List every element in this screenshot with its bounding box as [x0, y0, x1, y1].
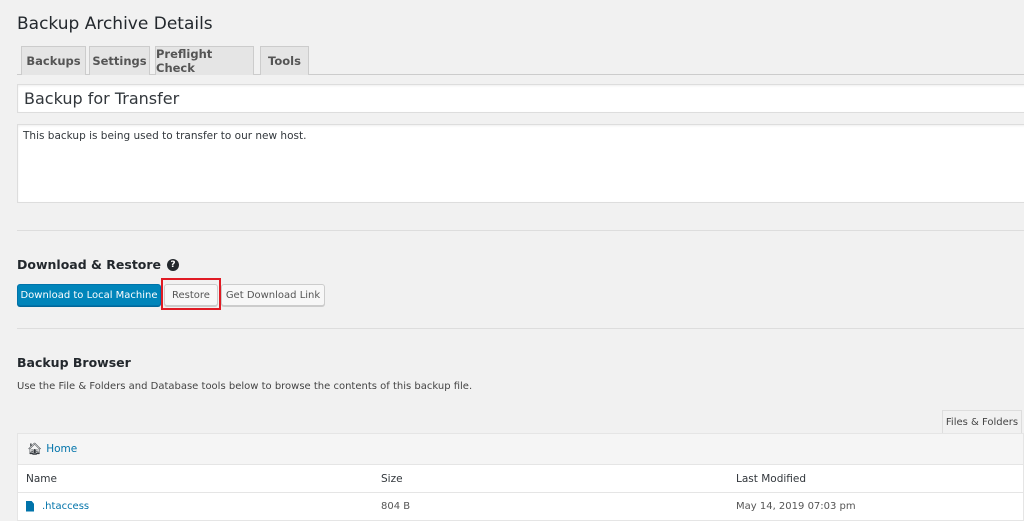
file-modified-cell: May 14, 2019 07:03 pm — [736, 493, 856, 519]
column-header-size[interactable]: Size — [381, 465, 403, 492]
backup-browser-description: Use the File & Folders and Database tool… — [17, 381, 472, 392]
column-header-name[interactable]: Name — [26, 465, 57, 492]
file-link[interactable]: .htaccess — [42, 501, 89, 512]
restore-button[interactable]: Restore — [164, 284, 218, 306]
tab-preflight-check[interactable]: Preflight Check — [155, 46, 254, 75]
divider — [17, 328, 1024, 329]
backup-browser-panel: 🏠︎ Home Name Size Last Modified .htacces… — [17, 433, 1024, 521]
tab-settings[interactable]: Settings — [89, 46, 150, 75]
breadcrumb-home-link[interactable]: Home — [46, 443, 77, 455]
download-to-local-button[interactable]: Download to Local Machine — [17, 284, 161, 306]
divider — [17, 230, 1024, 231]
file-size-cell: 804 B — [381, 493, 410, 519]
tab-backups[interactable]: Backups — [21, 46, 86, 75]
table-row[interactable]: .htaccess 804 B May 14, 2019 07:03 pm — [18, 493, 1023, 519]
backup-name-input[interactable]: Backup for Transfer — [17, 84, 1024, 113]
download-restore-heading: Download & Restore ? — [17, 257, 179, 272]
table-header: Name Size Last Modified — [18, 465, 1023, 493]
get-download-link-button[interactable]: Get Download Link — [221, 284, 325, 306]
page-title: Backup Archive Details — [17, 14, 213, 34]
column-header-last-modified[interactable]: Last Modified — [736, 465, 806, 492]
backup-notes-textarea[interactable]: This backup is being used to transfer to… — [17, 124, 1024, 203]
home-icon: 🏠︎ — [27, 442, 42, 456]
breadcrumb: 🏠︎ Home — [18, 434, 1023, 465]
tab-tools[interactable]: Tools — [260, 46, 309, 75]
file-icon — [26, 501, 34, 512]
tab-files-folders[interactable]: Files & Folders — [942, 410, 1022, 434]
backup-browser-heading: Backup Browser — [17, 355, 131, 370]
download-restore-title: Download & Restore — [17, 257, 161, 272]
nav-tabs: Backups Settings Preflight Check Tools — [17, 46, 1024, 75]
file-name-cell: .htaccess — [26, 493, 89, 519]
question-circle-icon[interactable]: ? — [167, 259, 179, 271]
